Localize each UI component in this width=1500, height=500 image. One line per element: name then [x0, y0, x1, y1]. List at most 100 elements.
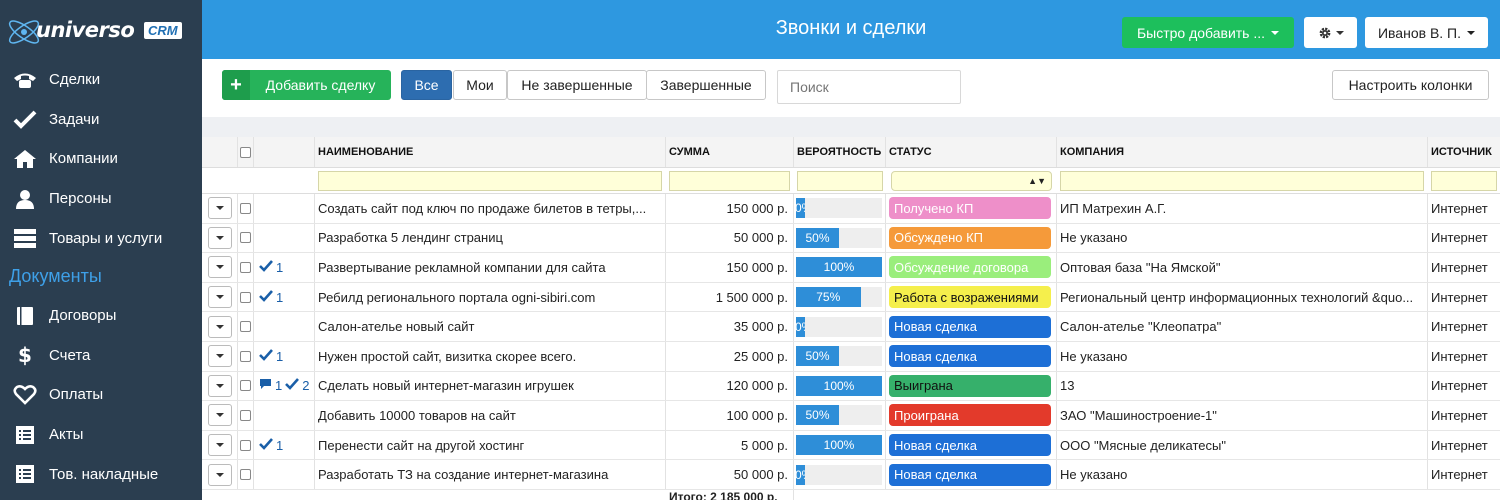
probability-bar: 50% — [796, 346, 882, 367]
table-row[interactable]: Разработать ТЗ на создание интернет-мага… — [202, 460, 1500, 490]
table-row[interactable]: 1 Развертывание рекламной компании для са… — [202, 253, 1500, 283]
sidebar-item-4[interactable]: Товары и услуги — [0, 218, 202, 258]
status-badge[interactable]: Проиграна — [889, 404, 1051, 427]
deal-name[interactable]: Добавить 10000 товаров на сайт — [315, 401, 666, 430]
row-actions-button[interactable] — [207, 197, 232, 220]
row-checkbox[interactable] — [240, 261, 251, 273]
status-badge[interactable]: Новая сделка — [889, 345, 1051, 368]
row-actions-button[interactable] — [207, 434, 232, 457]
status-badge[interactable]: Обсуждено КП — [889, 226, 1051, 249]
user-menu-button[interactable]: Иванов В. П. — [1365, 17, 1488, 48]
deal-name[interactable]: Сделать новый интернет-магазин игрушек — [315, 371, 666, 401]
deal-name[interactable]: Нужен простой сайт, визитка скорее всего… — [315, 342, 666, 371]
sidebar-item-2[interactable]: Компании — [0, 139, 202, 179]
header-source[interactable]: ИСТОЧНИК — [1428, 137, 1500, 167]
status-badge[interactable]: Новая сделка — [889, 434, 1051, 457]
filter-finished-button[interactable]: Завершенные — [646, 70, 766, 100]
row-actions-button[interactable] — [207, 315, 232, 338]
row-checkbox[interactable] — [240, 439, 251, 451]
row-actions-button[interactable] — [207, 345, 232, 368]
add-deal-button[interactable]: + Добавить сделку — [222, 70, 391, 100]
row-checkbox[interactable] — [240, 202, 251, 214]
deal-name[interactable]: Разработать ТЗ на создание интернет-мага… — [315, 460, 666, 489]
search-input[interactable] — [777, 70, 961, 104]
row-actions-button[interactable] — [207, 374, 232, 397]
filter-unfinished-button[interactable]: Не завершенные — [507, 70, 647, 100]
status-badge[interactable]: Получено КП — [889, 197, 1051, 220]
row-actions-button[interactable] — [207, 463, 232, 486]
table-row[interactable]: Салон-ателье новый сайт35 000 р.10% Новая… — [202, 312, 1500, 342]
table-row[interactable]: 1 2 Сделать новый интернет-магазин игрушек… — [202, 371, 1500, 402]
deal-company[interactable]: ООО "Мясные деликатесы" — [1057, 430, 1428, 460]
sidebar-item-1[interactable]: Задачи — [0, 100, 202, 140]
table-row[interactable]: Создать сайт под ключ по продаже билетов… — [202, 194, 1500, 224]
status-badge[interactable]: Новая сделка — [889, 315, 1051, 338]
filter-mine-button[interactable]: Мои — [453, 70, 507, 100]
row-checkbox[interactable] — [240, 469, 251, 481]
sidebar-item-2[interactable]: Оплаты — [0, 375, 202, 415]
table-row[interactable]: 1 Нужен простой сайт, визитка скорее всег… — [202, 342, 1500, 372]
sidebar-item-3[interactable]: Акты — [0, 415, 202, 455]
status-badge[interactable]: Выиграна — [889, 374, 1051, 397]
header-name[interactable]: НАИМЕНОВАНИЕ — [315, 137, 666, 167]
row-actions-button[interactable] — [207, 256, 232, 279]
row-checkbox[interactable] — [240, 380, 251, 392]
row-checkbox[interactable] — [240, 350, 251, 362]
deal-company[interactable]: ИП Матрехин А.Г. — [1057, 194, 1428, 223]
quick-add-button[interactable]: Быстро добавить ... — [1122, 17, 1294, 48]
sidebar-item-0[interactable]: Договоры — [0, 296, 202, 336]
row-actions-button[interactable] — [207, 286, 232, 309]
deal-name[interactable]: Ребилд регионального портала ogni-sibiri… — [315, 282, 666, 312]
deal-name[interactable]: Развертывание рекламной компании для сай… — [315, 253, 666, 282]
sidebar-item-4[interactable]: Тов. накладные — [0, 454, 202, 494]
configure-columns-button[interactable]: Настроить колонки — [1332, 70, 1489, 100]
table-row[interactable]: 1 Перенести сайт на другой хостинг 5 000 р… — [202, 430, 1500, 461]
deal-company[interactable]: Оптовая база "На Ямской" — [1057, 253, 1428, 282]
deal-company[interactable]: ЗАО "Машиностроение-1" — [1057, 401, 1428, 430]
row-checkbox[interactable] — [240, 409, 251, 421]
row-actions-button[interactable] — [207, 226, 232, 249]
row-checkbox[interactable] — [240, 232, 251, 244]
status-badge[interactable]: Новая сделка — [889, 463, 1051, 486]
filter-all-button[interactable]: Все — [401, 70, 452, 100]
status-badge[interactable]: Обсуждение договора — [889, 256, 1051, 279]
status-badge[interactable]: Работа с возражениями — [889, 286, 1051, 309]
select-all-checkbox[interactable] — [240, 146, 251, 158]
sidebar-item-3[interactable]: Персоны — [0, 179, 202, 219]
table-row[interactable]: 1 Ребилд регионального портала ogni-sibir… — [202, 282, 1500, 313]
settings-button[interactable] — [1304, 17, 1357, 48]
plus-icon: + — [222, 70, 250, 100]
filter-probability-input[interactable] — [797, 171, 883, 191]
deal-name[interactable]: Создать сайт под ключ по продаже билетов… — [315, 194, 666, 223]
filter-name-input[interactable] — [318, 171, 662, 191]
logo[interactable]: universo CRM — [0, 0, 202, 60]
row-checkbox[interactable] — [240, 321, 251, 333]
row-marks-cell — [254, 312, 315, 341]
header-probability[interactable]: ВЕРОЯТНОСТЬ — [794, 137, 886, 167]
sidebar-section-documents[interactable]: Документы — [0, 258, 202, 296]
table-row[interactable]: Добавить 10000 товаров на сайт 100 000 р.… — [202, 401, 1500, 431]
deal-company[interactable]: Не указано — [1057, 342, 1428, 371]
deal-company[interactable]: 13 — [1057, 371, 1428, 401]
sidebar-item-label: Товары и услуги — [49, 229, 163, 247]
row-checkbox[interactable] — [240, 291, 251, 303]
filter-status-select[interactable]: ▲▼ — [891, 171, 1052, 191]
row-actions-button[interactable] — [207, 404, 232, 427]
deal-name[interactable]: Разработка 5 лендинг страниц — [315, 223, 666, 253]
table-row[interactable]: Разработка 5 лендинг страниц 50 000 р. 50%… — [202, 223, 1500, 254]
deal-name[interactable]: Салон-ателье новый сайт — [315, 312, 666, 341]
deal-company[interactable]: Региональный центр информационных технол… — [1057, 282, 1428, 312]
header-sum[interactable]: СУММА — [666, 137, 794, 167]
sidebar-item-0[interactable]: Сделки — [0, 60, 202, 100]
header-status[interactable]: СТАТУС — [886, 137, 1057, 167]
filter-company-input[interactable] — [1060, 171, 1424, 191]
header-company[interactable]: КОМПАНИЯ — [1057, 137, 1428, 167]
deal-company[interactable]: Не указано — [1057, 223, 1428, 253]
deal-company[interactable]: Салон-ателье "Клеопатра" — [1057, 312, 1428, 341]
sidebar-item-1[interactable]: $ Счета — [0, 336, 202, 376]
deal-name[interactable]: Перенести сайт на другой хостинг — [315, 430, 666, 460]
filter-source-input[interactable] — [1431, 171, 1497, 191]
toolbar: + Добавить сделку Все Мои Не завершенные… — [202, 59, 1500, 117]
filter-sum-input[interactable] — [669, 171, 790, 191]
deal-company[interactable]: Не указано — [1057, 460, 1428, 489]
